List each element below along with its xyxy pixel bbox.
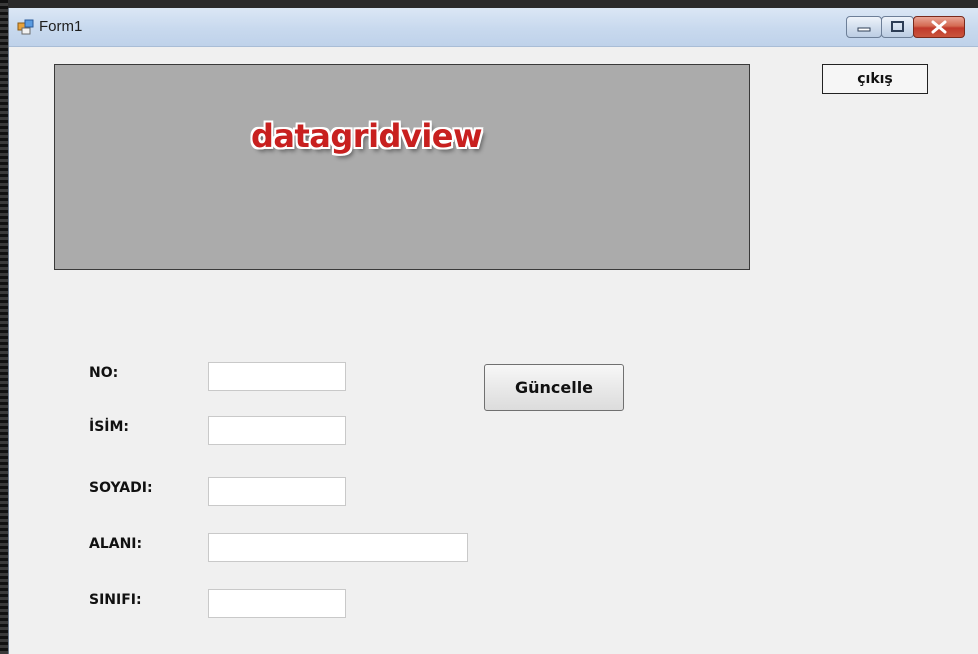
minimize-button[interactable] [846, 16, 882, 38]
form-window-icon[interactable] [17, 18, 35, 36]
window-title: Form1 [39, 18, 83, 35]
close-button[interactable] [913, 16, 965, 38]
grid-placeholder-label: datagridview [251, 117, 483, 155]
close-icon [931, 20, 947, 34]
alani-label: ALANI: [89, 536, 143, 552]
soyadi-label: SOYADI: [89, 480, 153, 496]
minimize-icon [857, 27, 871, 32]
maximize-button[interactable] [881, 16, 914, 38]
desktop-edge [0, 0, 8, 654]
exit-button[interactable]: çıkış [822, 64, 928, 94]
soyadi-input[interactable] [208, 477, 346, 506]
no-input[interactable] [208, 362, 346, 391]
isim-label: İSİM: [89, 419, 130, 435]
sinifi-input[interactable] [208, 589, 346, 618]
form-client-area: datagridview çıkış NO: İSİM: SOYADI: ALA… [9, 47, 978, 654]
alani-input[interactable] [208, 533, 468, 562]
maximize-icon [891, 21, 904, 32]
isim-input[interactable] [208, 416, 346, 445]
title-bar[interactable]: Form1 [9, 8, 978, 47]
update-button[interactable]: Güncelle [484, 364, 624, 411]
form-window: Form1 datagridview çıkış NO: İSİM: SOYAD… [8, 8, 978, 654]
sinifi-label: SINIFI: [89, 592, 142, 608]
data-grid-view[interactable]: datagridview [54, 64, 750, 270]
no-label: NO: [89, 365, 119, 381]
